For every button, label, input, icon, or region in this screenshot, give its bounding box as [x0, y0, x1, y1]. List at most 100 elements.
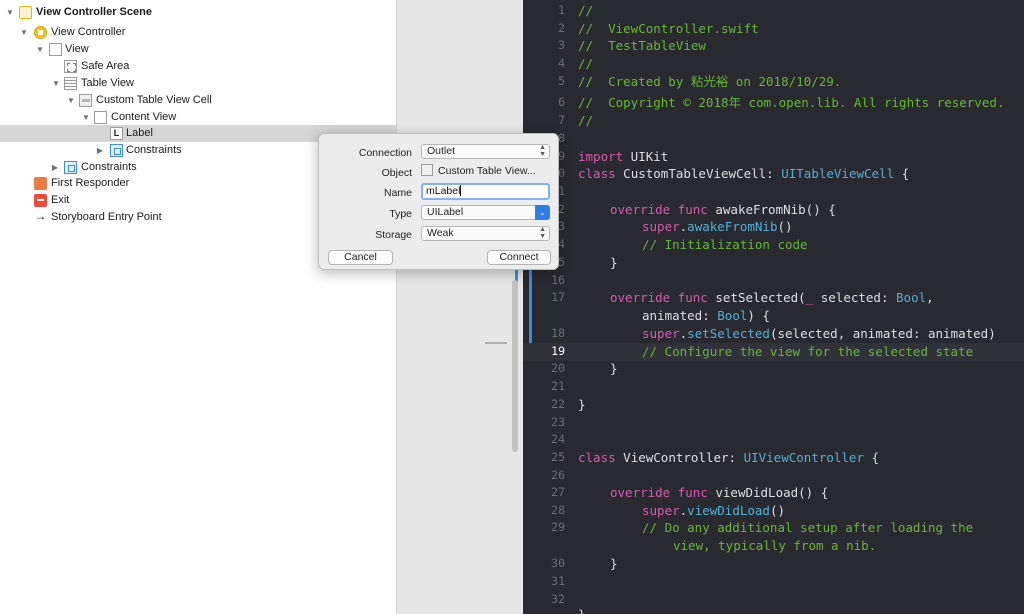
code-line: 7 // — [523, 112, 1024, 130]
line-number: 29 — [551, 520, 565, 534]
code-text: super.awakeFromNib() — [642, 218, 793, 236]
line-number: 3 — [558, 38, 565, 52]
code-line: 2 // ViewController.swift — [523, 20, 1024, 38]
disclosure-down-icon[interactable]: ▼ — [81, 109, 91, 126]
code-line: 13 super.awakeFromNib() — [523, 218, 1024, 236]
code-text: // Initialization code — [642, 237, 808, 252]
code-line: 6 // Copyright © 2018年 com.open.lib. All… — [523, 94, 1024, 112]
outline-item-safe-area[interactable]: Safe Area — [0, 58, 396, 75]
view-controller-icon — [34, 26, 47, 39]
storyboard-canvas[interactable] — [397, 0, 523, 614]
code-line: 11 — [523, 183, 1024, 201]
line-number: 4 — [558, 56, 565, 70]
constraints-icon — [64, 161, 77, 174]
code-text: override func viewDidLoad() { — [610, 484, 828, 502]
code-text: // Copyright © 2018年 com.open.lib. All r… — [578, 95, 1005, 110]
disclosure-right-icon[interactable]: ▶ — [50, 159, 60, 176]
outline-item-view-controller-scene[interactable]: ▼ View Controller Scene — [0, 4, 396, 21]
code-line-current: 19 // Configure the view for the selecte… — [523, 343, 1024, 361]
line-number: 6 — [558, 95, 565, 109]
punctuation: , — [926, 290, 934, 305]
code-line: 23 — [523, 414, 1024, 432]
code-editor[interactable]: 1 // 2 // ViewController.swift 3 // Test… — [523, 0, 1024, 614]
keyword: import — [578, 149, 624, 164]
keyword: super — [642, 326, 680, 341]
punctuation: { — [894, 166, 910, 181]
line-number: 27 — [551, 485, 565, 499]
table-cell-icon — [79, 94, 92, 107]
table-view-icon — [64, 77, 77, 90]
code-line: 21 — [523, 378, 1024, 396]
code-text: // Do any additional setup after loading… — [642, 520, 974, 535]
outline-item-label: Constraints — [126, 144, 182, 156]
code-text: // — [578, 113, 594, 128]
outline-item-view[interactable]: ▼ View — [0, 41, 396, 58]
line-number: 30 — [551, 556, 565, 570]
outline-item-label-text: Label — [126, 127, 153, 139]
line-number: 31 — [551, 574, 565, 588]
code-text: } — [578, 606, 586, 614]
disclosure-down-icon[interactable]: ▼ — [51, 75, 61, 92]
arrow-right-icon: → — [34, 209, 47, 223]
cancel-button[interactable]: Cancel — [328, 250, 393, 265]
disclosure-right-icon[interactable]: ▶ — [95, 142, 105, 159]
line-number: 21 — [551, 379, 565, 393]
outline-item-label: Storyboard Entry Point — [51, 211, 162, 223]
connection-select[interactable]: Outlet ▲ ▼ — [421, 144, 550, 159]
code-text: super.viewDidLoad() — [642, 502, 785, 520]
line-number: 20 — [551, 361, 565, 375]
object-value: Custom Table View... — [438, 165, 536, 177]
outline-item-custom-table-view-cell[interactable]: ▼ Custom Table View Cell — [0, 92, 396, 109]
code-text: class ViewController: UIViewController { — [578, 449, 879, 467]
type-name: Bool — [717, 308, 748, 323]
outline-item-label: Constraints — [81, 161, 137, 173]
safe-area-icon — [64, 60, 77, 73]
line-number: 22 — [551, 397, 565, 411]
punctuation: () — [769, 503, 786, 518]
text-caret — [460, 185, 462, 196]
disclosure-down-icon[interactable]: ▼ — [66, 92, 76, 109]
code-line: 24 — [523, 431, 1024, 449]
code-line: view, typically from a nib. — [523, 537, 1024, 555]
code-text: // — [578, 3, 594, 18]
code-text: override func awakeFromNib() { — [610, 201, 836, 219]
type-combo-box[interactable]: UILabel ⌄ — [421, 205, 550, 220]
connection-value: Outlet — [427, 145, 456, 157]
code-line: 4 // — [523, 55, 1024, 73]
outline-item-view-controller[interactable]: ▼ View Controller — [0, 24, 396, 41]
code-line: 28 super.viewDidLoad() — [523, 502, 1024, 520]
type-name: UIViewController — [743, 450, 864, 465]
outline-item-content-view[interactable]: ▼ Content View — [0, 109, 396, 126]
identifier: ViewController: — [615, 450, 744, 465]
disclosure-down-icon[interactable]: ▼ — [19, 24, 29, 41]
code-line: 9 import UIKit — [523, 148, 1024, 166]
storage-select[interactable]: Weak ▲ ▼ — [421, 226, 550, 241]
code-line: 14 // Initialization code — [523, 236, 1024, 254]
code-text: } — [610, 361, 618, 376]
view-icon — [49, 43, 62, 56]
scene-icon — [19, 6, 32, 19]
object-value-field: Custom Table View... — [421, 164, 550, 179]
disclosure-down-icon[interactable]: ▼ — [35, 41, 45, 58]
connect-button[interactable]: Connect — [487, 250, 551, 265]
document-outline: ▼ View Controller Scene ▼ View Controlle… — [0, 0, 397, 614]
outline-item-table-view[interactable]: ▼ Table View — [0, 75, 396, 92]
line-number: 28 — [551, 503, 565, 517]
chevron-down-icon[interactable]: ⌄ — [535, 205, 550, 220]
identifier: animated: — [642, 308, 718, 323]
identifier: (selected, animated: animated) — [769, 326, 996, 341]
code-line: 22 } — [523, 396, 1024, 414]
storage-value: Weak — [427, 227, 454, 239]
identifier: setSelected( — [707, 290, 806, 305]
type-value: UILabel — [427, 206, 464, 218]
name-input[interactable]: mLabel — [421, 183, 550, 200]
code-text: animated: Bool) { — [642, 307, 770, 325]
disclosure-down-icon[interactable]: ▼ — [5, 4, 15, 21]
code-text: } — [610, 556, 618, 571]
line-number: 5 — [558, 74, 565, 88]
code-line: 29 // Do any additional setup after load… — [523, 519, 1024, 537]
canvas-scrollbar[interactable] — [512, 280, 518, 452]
line-number: 16 — [551, 273, 565, 287]
line-number: 18 — [551, 326, 565, 340]
method-call: setSelected — [687, 326, 770, 341]
